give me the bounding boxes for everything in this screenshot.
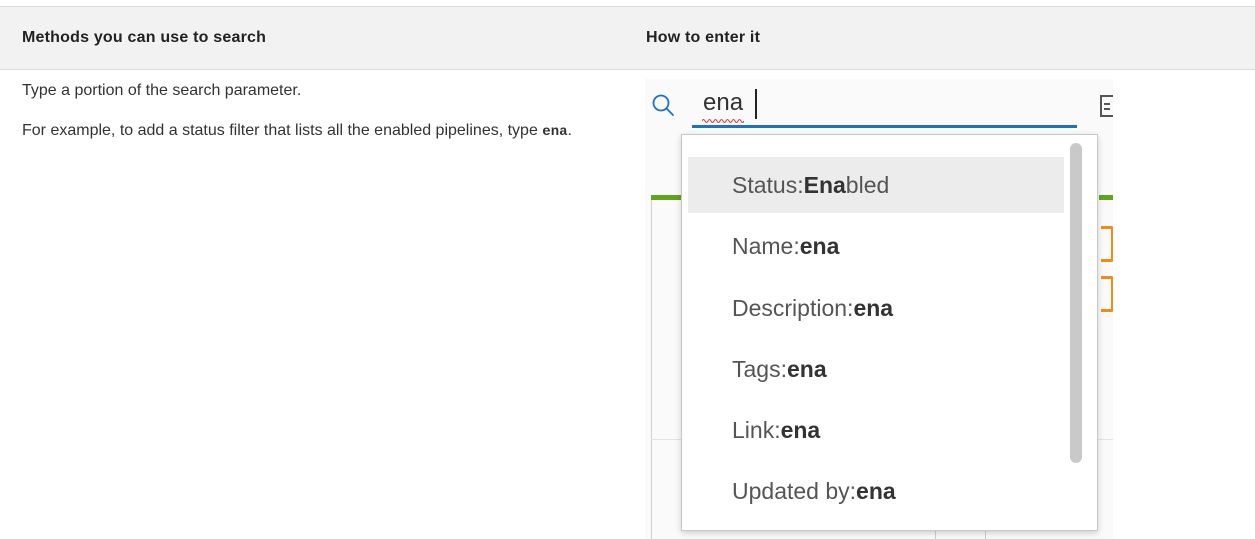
column-header-how-to-enter: How to enter it xyxy=(646,29,761,46)
spellcheck-underline xyxy=(702,119,744,123)
suggestion-match: ena xyxy=(856,478,896,504)
background-divider xyxy=(651,200,652,539)
status-bar xyxy=(1099,195,1113,200)
column-header-methods: Methods you can use to search xyxy=(22,29,267,46)
method-description: Type a portion of the search parameter. xyxy=(22,82,302,99)
filter-icon[interactable] xyxy=(1100,95,1113,117)
suggestion-match: ena xyxy=(780,417,821,443)
search-input[interactable]: ena xyxy=(703,89,743,117)
search-input-underline xyxy=(692,125,1077,128)
suggestion-match: ena xyxy=(786,356,827,382)
orange-bracket xyxy=(1101,276,1113,312)
suggestion-field: Description: xyxy=(732,295,854,321)
orange-bracket xyxy=(1101,226,1113,262)
suggestion-name[interactable]: Name:ena xyxy=(688,218,1064,274)
suggestion-link[interactable]: Link:ena xyxy=(688,402,1064,458)
suggestion-field: Updated by: xyxy=(732,478,857,504)
example-text: For example, to add a status filter that… xyxy=(22,122,543,139)
suggestion-updated-by[interactable]: Updated by:ena xyxy=(688,463,1064,519)
suggestion-tags[interactable]: Tags:ena xyxy=(688,341,1064,397)
method-example: For example, to add a status filter that… xyxy=(22,117,622,146)
search-icon xyxy=(651,93,675,117)
search-methods-table: Methods you can use to search How to ent… xyxy=(0,0,1255,539)
dropdown-scrollbar[interactable] xyxy=(1070,143,1082,463)
suggestions-dropdown: Status:Enabled Name:ena Description:ena … xyxy=(681,134,1098,531)
suggestion-field: Tags: xyxy=(732,356,787,382)
table-header-row: Methods you can use to search How to ent… xyxy=(0,7,1255,70)
example-code: ena xyxy=(542,124,568,140)
suggestion-match: ena xyxy=(799,233,840,259)
table-cell-method: Type a portion of the search parameter. … xyxy=(22,80,622,146)
suggestion-field: Link: xyxy=(732,417,781,443)
suggestion-status[interactable]: Status:Enabled xyxy=(688,157,1064,213)
suggestion-match: Ena xyxy=(803,172,846,198)
status-bar xyxy=(651,195,683,200)
suggestion-description[interactable]: Description:ena xyxy=(688,280,1064,336)
example-period: . xyxy=(567,122,572,139)
suggestion-field: Status: xyxy=(732,172,804,198)
suggestion-match: ena xyxy=(853,295,894,321)
suggestion-rest: bled xyxy=(845,172,890,198)
example-screenshot: ena Status:Enabled Name:ena Description:… xyxy=(645,79,1113,539)
suggestion-field: Name: xyxy=(732,233,800,259)
text-caret xyxy=(755,89,757,119)
